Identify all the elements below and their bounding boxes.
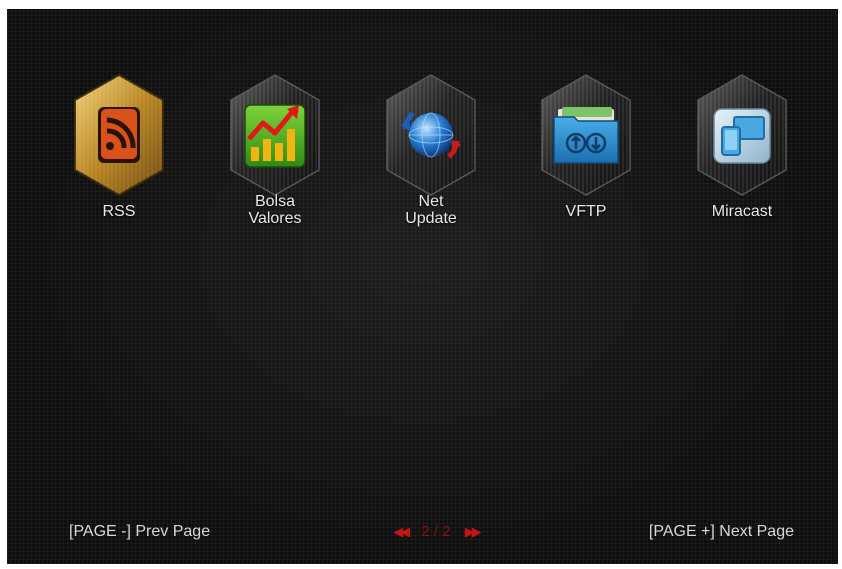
app-vftp[interactable]: VFTP	[526, 73, 646, 248]
app-label: Net Update	[371, 193, 491, 227]
hexagon-frame	[386, 74, 476, 196]
fast-forward-icon[interactable]: ▶▶	[465, 524, 482, 540]
prev-page-hint[interactable]: [PAGE -] Prev Page	[69, 523, 210, 541]
app-label-line1: Net	[418, 193, 444, 210]
app-label: VFTP	[526, 203, 646, 220]
app-rss[interactable]: RSS	[59, 73, 179, 248]
app-label-line1: RSS	[102, 203, 136, 220]
app-net-update[interactable]: Net Update	[371, 73, 491, 248]
app-label: RSS	[59, 203, 179, 220]
apps-grid: RSS Bolsa Valores Net Update VFTP Miraca…	[7, 9, 838, 269]
app-label-line1: Bolsa	[254, 193, 296, 210]
hexagon-frame	[74, 73, 164, 197]
app-label-line2: Valores	[248, 210, 302, 227]
next-page-hint[interactable]: [PAGE +] Next Page	[649, 523, 794, 541]
footer-bar: [PAGE -] Prev Page ◀◀ 2 / 2 ▶▶ [PAGE +] …	[7, 521, 838, 545]
media-apps-screen: RSS Bolsa Valores Net Update VFTP Miraca…	[7, 9, 838, 564]
hexagon-frame	[230, 74, 320, 196]
page-number: 2 / 2	[421, 523, 451, 540]
app-bolsa-valores[interactable]: Bolsa Valores	[215, 73, 335, 248]
app-label-line1: Miracast	[711, 203, 773, 220]
app-label-line2: Update	[405, 210, 457, 227]
app-label: Miracast	[682, 203, 802, 220]
page-indicator: ◀◀ 2 / 2 ▶▶	[381, 523, 491, 540]
app-label-line1: VFTP	[565, 203, 607, 220]
screen-mirror-icon	[713, 108, 771, 164]
rss-icon	[98, 107, 140, 163]
hexagon-frame	[541, 74, 631, 196]
stock-chart-icon	[244, 104, 306, 168]
app-label: Bolsa Valores	[215, 193, 335, 227]
app-miracast[interactable]: Miracast	[682, 73, 802, 248]
hexagon-frame	[697, 74, 787, 196]
rewind-icon[interactable]: ◀◀	[393, 524, 410, 540]
folder-transfer-icon	[553, 107, 619, 164]
